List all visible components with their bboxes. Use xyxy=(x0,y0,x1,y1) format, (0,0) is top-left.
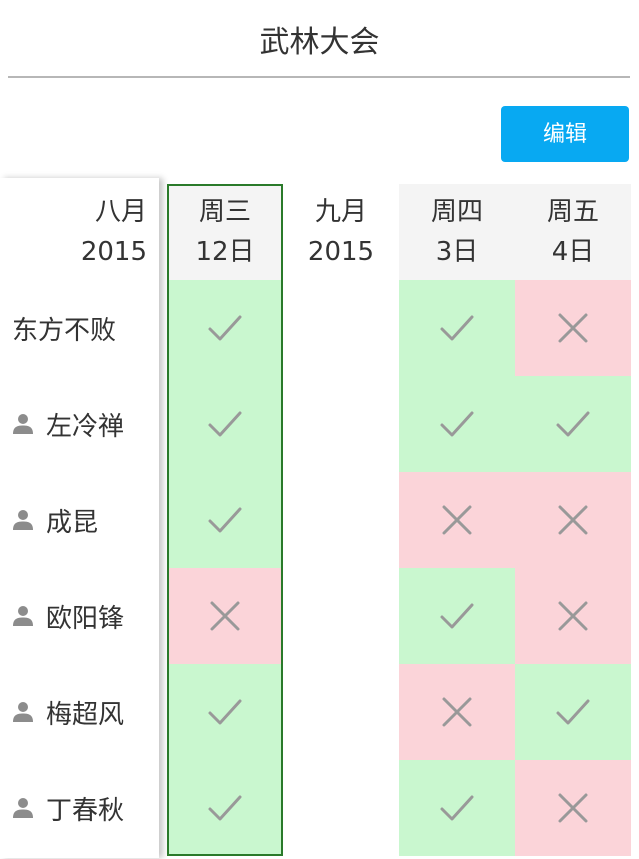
person-icon xyxy=(13,510,33,530)
vote-cell-yes[interactable] xyxy=(515,376,631,472)
check-icon xyxy=(440,603,474,629)
day-label: 4日 xyxy=(551,237,595,267)
vote-cell-yes[interactable] xyxy=(167,280,283,376)
check-icon xyxy=(208,315,242,341)
vote-cell-yes[interactable] xyxy=(399,280,515,376)
person-icon xyxy=(13,702,33,722)
participant-name: 东方不败 xyxy=(12,315,117,346)
vote-cell-yes[interactable] xyxy=(167,664,283,760)
date-header[interactable]: 周五 4日 xyxy=(515,184,631,280)
year-label: 2015 xyxy=(307,237,375,267)
check-icon xyxy=(208,507,242,533)
check-icon xyxy=(440,795,474,821)
cross-icon xyxy=(210,601,240,631)
check-icon xyxy=(440,411,474,437)
participant-name-row[interactable]: 东方不败 xyxy=(0,280,159,376)
cross-icon xyxy=(558,313,588,343)
month-label: 八月 xyxy=(94,197,147,227)
poll-grid: 八月 2015 东方不败 左冷禅 成昆 欧阳锋 梅超风 丁春秋 九月 2015 周三 12日 周四 3日周… xyxy=(0,0,639,859)
participant-name-row[interactable]: 左冷禅 xyxy=(0,376,159,472)
weekday-label: 周四 xyxy=(430,197,483,227)
person-icon xyxy=(13,606,33,626)
day-label: 12日 xyxy=(195,237,255,267)
check-icon xyxy=(208,795,242,821)
vote-cell-no[interactable] xyxy=(167,568,283,664)
cross-icon xyxy=(558,793,588,823)
vote-cell-no[interactable] xyxy=(515,280,631,376)
participant-name-row[interactable]: 丁春秋 xyxy=(0,760,159,856)
check-icon xyxy=(556,411,590,437)
day-label: 3日 xyxy=(435,237,479,267)
vote-cell-yes[interactable] xyxy=(167,760,283,856)
check-icon xyxy=(208,699,242,725)
year-label: 2015 xyxy=(80,237,147,267)
check-icon xyxy=(440,315,474,341)
vote-cell-yes[interactable] xyxy=(167,472,283,568)
check-icon xyxy=(208,411,242,437)
vote-cell-yes[interactable] xyxy=(399,760,515,856)
weekday-label: 周五 xyxy=(546,197,599,227)
participant-name: 梅超风 xyxy=(46,699,125,730)
vote-cell-no[interactable] xyxy=(399,664,515,760)
date-header[interactable]: 周四 3日 xyxy=(399,184,515,280)
vote-cell-yes[interactable] xyxy=(515,664,631,760)
person-icon xyxy=(13,414,33,434)
vote-cell-yes[interactable] xyxy=(167,376,283,472)
participant-name: 左冷禅 xyxy=(46,411,125,442)
participant-name-row[interactable]: 欧阳锋 xyxy=(0,568,159,664)
vote-cell-yes[interactable] xyxy=(399,376,515,472)
participant-name: 欧阳锋 xyxy=(46,603,125,634)
cross-icon xyxy=(558,601,588,631)
cross-icon xyxy=(442,697,472,727)
participant-column: 八月 2015 东方不败左冷禅成昆欧阳锋梅超风丁春秋 xyxy=(0,178,159,858)
date-header[interactable]: 周三 12日 xyxy=(167,184,283,280)
vote-cell-no[interactable] xyxy=(515,760,631,856)
cross-icon xyxy=(558,505,588,535)
cross-icon xyxy=(442,505,472,535)
month-label: 九月 xyxy=(314,197,367,227)
month-header: 九月 2015 xyxy=(283,178,399,274)
check-icon xyxy=(556,699,590,725)
participant-name: 成昆 xyxy=(46,507,99,538)
vote-cell-no[interactable] xyxy=(515,472,631,568)
person-icon xyxy=(13,798,33,818)
vote-cell-no[interactable] xyxy=(399,472,515,568)
vote-cell-yes[interactable] xyxy=(399,568,515,664)
month-header: 八月 2015 xyxy=(0,178,147,274)
participant-name: 丁春秋 xyxy=(46,795,125,826)
participant-name-row[interactable]: 成昆 xyxy=(0,472,159,568)
participant-name-row[interactable]: 梅超风 xyxy=(0,664,159,760)
weekday-label: 周三 xyxy=(198,197,251,227)
vote-cell-no[interactable] xyxy=(515,568,631,664)
